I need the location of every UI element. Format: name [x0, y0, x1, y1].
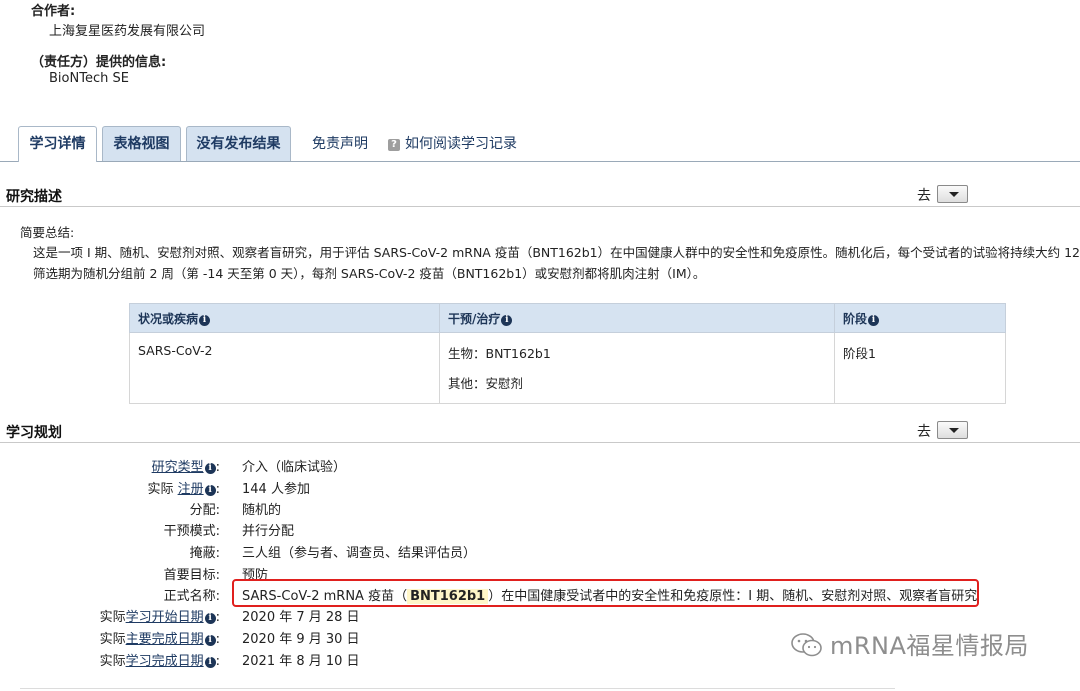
info-icon[interactable]: i	[868, 314, 880, 326]
official-title-label: 正式名称:	[163, 589, 220, 604]
header-intervention: 干预/治疗 i	[439, 303, 835, 333]
cell-condition: SARS-CoV-2	[129, 332, 440, 404]
allocation-label: 分配:	[189, 503, 220, 518]
study-type-value: 介入（临床试验）	[242, 460, 347, 475]
collaborator-value: 上海复星医药发展有限公司	[49, 24, 206, 39]
official-title-before: SARS-CoV-2 mRNA 疫苗（	[242, 589, 408, 604]
allocation-value: 随机的	[242, 503, 282, 518]
enrollment-prefix: 实际	[147, 482, 174, 497]
disclaimer-link[interactable]: 免责声明	[312, 133, 368, 153]
official-title-code: BNT162b1	[407, 589, 489, 604]
table-row: SARS-CoV-2 生物：BNT162b1 其他：安慰剂 阶段1	[129, 332, 1006, 404]
study-completion-label: 实际学习完成日期 i:	[99, 654, 220, 669]
responsible-party-value: BioNTech SE	[49, 71, 129, 86]
summary-label: 简要总结:	[20, 225, 75, 240]
start-date-label: 实际学习开始日期 i:	[99, 610, 220, 625]
cell-phase: 阶段1	[834, 332, 1006, 404]
start-date-link[interactable]: 学习开始日期	[126, 610, 204, 625]
info-icon[interactable]: i	[204, 635, 216, 646]
bottom-divider	[20, 688, 895, 689]
collapse-label-design: 去	[917, 424, 931, 440]
enrollment-link[interactable]: 注册	[178, 482, 204, 497]
collapse-label-description: 去	[917, 188, 931, 204]
responsible-party-label: （责任方）提供的信息:	[31, 55, 167, 70]
study-completion-link[interactable]: 学习完成日期	[126, 654, 204, 669]
info-icon[interactable]: i	[199, 314, 211, 326]
collaborator-label: 合作者:	[31, 4, 76, 19]
primary-purpose-label: 首要目标:	[163, 568, 220, 583]
info-icon[interactable]: i	[501, 314, 513, 326]
how-to-read-label: 如何阅读学习记录	[405, 136, 517, 152]
summary-text-line2: 筛选期为随机分组前 2 周（第 -14 天至第 0 天），每剂 SARS-CoV…	[33, 266, 706, 281]
intervention-model-value: 并行分配	[242, 524, 295, 539]
condition-value: SARS-CoV-2	[138, 343, 213, 358]
collapse-description-button[interactable]	[937, 185, 968, 203]
study-completion-prefix: 实际	[99, 654, 126, 669]
start-date-value: 2020 年 7 月 28 日	[242, 610, 360, 625]
watermark: mRNA福星情报局	[790, 626, 1029, 664]
tab-tabular-view[interactable]: 表格视图	[102, 126, 181, 161]
info-icon[interactable]: i	[204, 463, 216, 474]
help-icon: ?	[388, 139, 400, 151]
section-divider	[0, 206, 1080, 207]
enrollment-label: 实际 注册 i:	[147, 482, 220, 497]
watermark-text: mRNA福星情报局	[830, 632, 1029, 660]
official-title-value: SARS-CoV-2 mRNA 疫苗（ BNT162b1 ）在中国健康受试者中的安全…	[242, 585, 977, 604]
primary-completion-prefix: 实际	[99, 632, 126, 647]
info-icon[interactable]: i	[204, 485, 216, 496]
primary-completion-value: 2020 年 9 月 30 日	[242, 632, 360, 647]
section-divider	[0, 442, 1080, 443]
info-icon[interactable]: i	[204, 657, 216, 668]
table-header-row: 状况或疾病 i 干预/治疗 i 阶段 i	[129, 303, 1006, 333]
intervention-biological: 生物：BNT162b1	[448, 346, 551, 361]
how-to-read-link[interactable]: ? 如何阅读学习记录	[388, 133, 517, 153]
conditions-table: 状况或疾病 i 干预/治疗 i 阶段 i SARS-CoV-2 生物：BNT162b1…	[129, 303, 1006, 404]
collapse-design-button[interactable]	[937, 421, 968, 439]
tab-study-details[interactable]: 学习详情	[18, 126, 97, 162]
wechat-icon	[790, 632, 824, 664]
header-phase: 阶段 i	[834, 303, 1006, 333]
tab-baseline	[0, 161, 1080, 162]
primary-completion-label: 实际主要完成日期 i:	[99, 632, 220, 647]
primary-completion-link[interactable]: 主要完成日期	[126, 632, 204, 647]
intervention-other: 其他：安慰剂	[448, 376, 524, 391]
section-title-description: 研究描述	[6, 189, 62, 205]
header-intervention-label: 干预/治疗	[448, 311, 501, 326]
study-type-label: 研究类型 i:	[151, 460, 220, 475]
intervention-model-label: 干预模式:	[163, 524, 220, 539]
study-type-link[interactable]: 研究类型	[152, 460, 204, 475]
masking-label: 掩蔽:	[189, 546, 220, 561]
section-title-study-design: 学习规划	[6, 425, 62, 441]
official-title-after: ）在中国健康受试者中的安全性和免疫原性：I 期、随机、安慰剂对照、观察者盲研究	[488, 589, 978, 604]
start-date-prefix: 实际	[99, 610, 126, 625]
header-condition: 状况或疾病 i	[129, 303, 440, 333]
summary-text-line1: 这是一项 I 期、随机、安慰剂对照、观察者盲研究，用于评估 SARS-CoV-2…	[33, 245, 1080, 260]
masking-value: 三人组（参与者、调查员、结果评估员）	[242, 546, 477, 561]
study-completion-value: 2021 年 8 月 10 日	[242, 654, 360, 669]
tab-no-results-posted[interactable]: 没有发布结果	[186, 126, 291, 161]
header-phase-label: 阶段	[843, 311, 868, 326]
header-condition-label: 状况或疾病	[138, 311, 199, 326]
phase-value: 阶段1	[843, 346, 876, 361]
cell-intervention: 生物：BNT162b1 其他：安慰剂	[439, 332, 835, 404]
enrollment-value: 144 人参加	[242, 482, 310, 497]
info-icon[interactable]: i	[204, 613, 216, 624]
